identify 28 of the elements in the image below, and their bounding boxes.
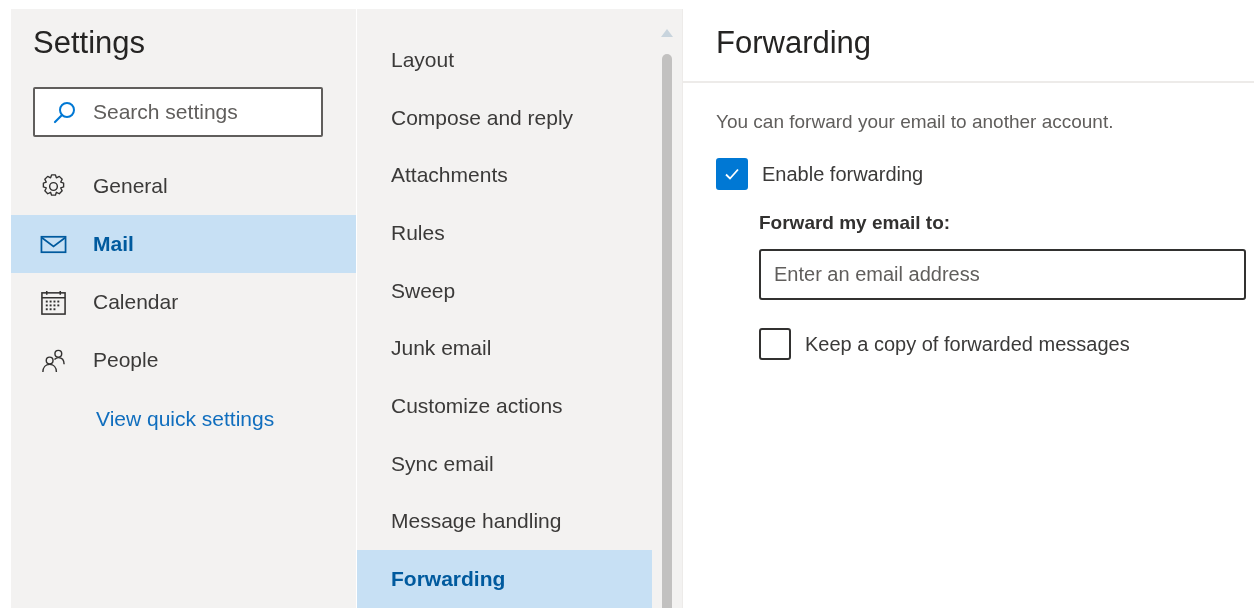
scrollbar-thumb[interactable] — [662, 54, 672, 608]
submenu-item[interactable]: Forwarding — [357, 550, 652, 608]
submenu-item[interactable]: Sync email — [357, 434, 652, 493]
nav-item[interactable]: People — [11, 331, 356, 389]
submenu-item[interactable]: Sweep — [357, 261, 652, 320]
checkbox-label: Enable forwarding — [762, 162, 924, 186]
checkbox-label: Keep a copy of forwarded messages — [805, 332, 1130, 356]
field-label: Forward my email to: — [759, 212, 952, 234]
submenu-item[interactable]: Rules — [357, 204, 652, 262]
submenu-item[interactable]: Attachments — [357, 146, 652, 205]
checkbox[interactable] — [716, 158, 748, 190]
submenu-item[interactable]: Message handling — [357, 492, 652, 551]
page-title: Forwarding — [683, 9, 1254, 83]
quick-settings-link[interactable]: View quick settings — [96, 407, 275, 431]
submenu-item[interactable]: Junk email — [357, 319, 652, 378]
nav-item[interactable]: Mail — [11, 215, 356, 273]
email-field[interactable]: Enter an email address — [759, 249, 1246, 300]
checkbox[interactable] — [759, 328, 791, 360]
nav-item[interactable]: General — [11, 157, 356, 215]
submenu-item[interactable]: Customize actions — [357, 377, 652, 435]
search-field[interactable]: Search settings — [33, 87, 323, 137]
submenu-item[interactable]: Layout — [357, 31, 652, 89]
submenu-item[interactable]: Compose and reply — [357, 88, 652, 147]
calendar-icon — [40, 288, 67, 316]
description-text: You can forward your email to another account. — [716, 111, 1115, 133]
nav-item[interactable]: Calendar — [11, 273, 356, 331]
settings-title: Settings — [33, 25, 146, 61]
scroll-up-icon — [661, 29, 673, 37]
